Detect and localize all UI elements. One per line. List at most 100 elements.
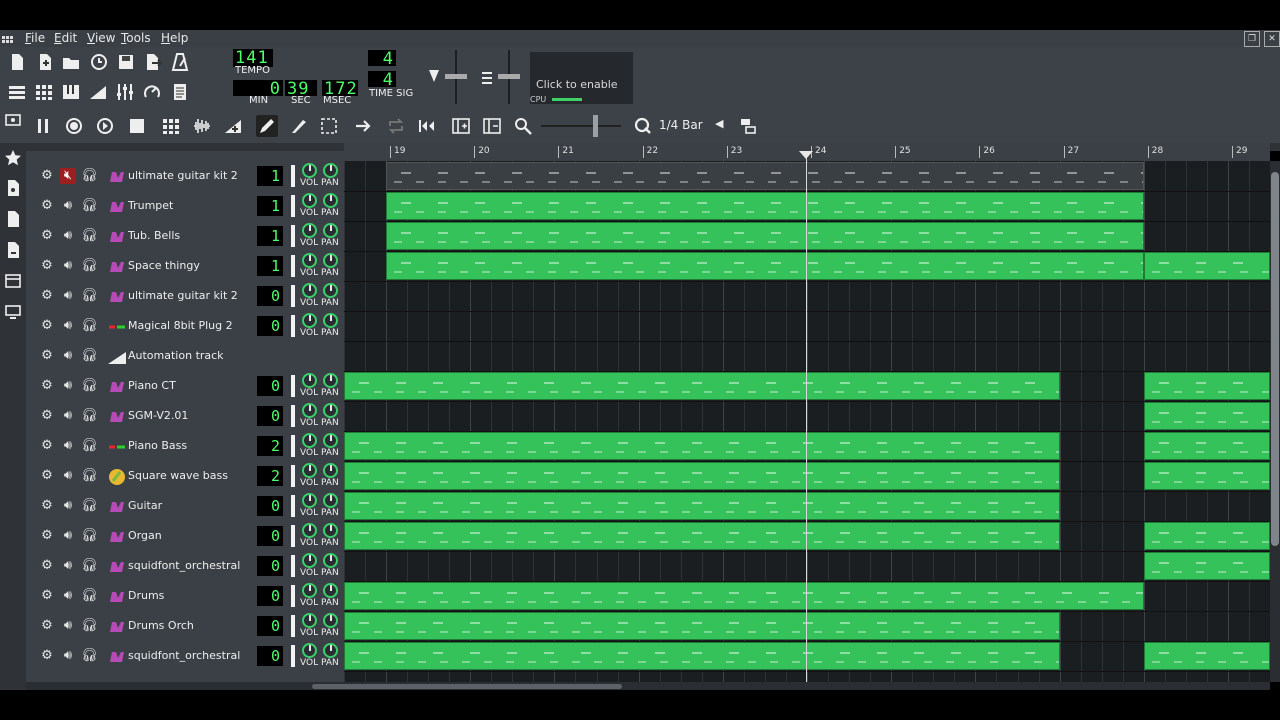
track-row[interactable]: ⚙ 🔊︎ 🎧︎ Automation track bbox=[26, 341, 344, 371]
pattern-clip[interactable] bbox=[1143, 462, 1270, 490]
track-pan-knob[interactable] bbox=[323, 223, 338, 238]
song-editor-icon[interactable] bbox=[6, 81, 28, 103]
track-row[interactable]: ⚙ 🔊︎ 🎧︎ Guitar 0 VOL PAN bbox=[26, 491, 344, 521]
track-row[interactable]: ⚙ 🔊︎ 🎧︎ Piano Bass 2 VOL PAN bbox=[26, 431, 344, 461]
timesig-denominator[interactable]: 4 bbox=[368, 71, 396, 89]
track-fx-channel-display[interactable]: 0 bbox=[257, 406, 283, 426]
menu-edit[interactable]: Edit bbox=[54, 31, 77, 45]
track-pan-knob[interactable] bbox=[323, 283, 338, 298]
track-fx-channel-display[interactable]: 1 bbox=[257, 226, 283, 246]
track-solo-headphones-icon[interactable]: 🎧︎ bbox=[81, 168, 98, 184]
add-sample-track-icon[interactable] bbox=[191, 115, 213, 137]
track-name[interactable]: ultimate guitar kit 2 bbox=[128, 169, 238, 182]
track-name[interactable]: Organ bbox=[128, 529, 162, 542]
track-solo-headphones-icon[interactable]: 🎧︎ bbox=[81, 498, 98, 514]
cpu-meter[interactable]: Click to enable CPU bbox=[530, 52, 633, 104]
track-volume-knob[interactable] bbox=[302, 433, 317, 448]
track-solo-headphones-icon[interactable]: 🎧︎ bbox=[81, 318, 98, 334]
track-fx-channel-display[interactable]: 0 bbox=[257, 316, 283, 336]
track-name[interactable]: squidfont_orchestral bbox=[128, 649, 240, 662]
sidebar-computer-icon[interactable] bbox=[2, 301, 24, 323]
pattern-clip[interactable] bbox=[386, 162, 1144, 190]
horizontal-scroll-thumb[interactable] bbox=[312, 684, 622, 689]
pattern-clip[interactable] bbox=[1143, 402, 1270, 430]
project-notes-icon[interactable] bbox=[169, 81, 191, 103]
track-mute-speaker-icon[interactable]: 🔊︎ bbox=[60, 318, 76, 334]
horizontal-scrollbar[interactable] bbox=[26, 682, 1270, 690]
menu-help[interactable]: Help bbox=[161, 31, 188, 45]
restore-window-icon[interactable]: ❐ bbox=[1244, 31, 1260, 47]
pattern-clip[interactable] bbox=[344, 372, 1060, 400]
sidebar-home-icon[interactable] bbox=[2, 270, 24, 292]
sidebar-samples-icon[interactable] bbox=[2, 239, 24, 261]
grid-row[interactable] bbox=[344, 341, 1270, 372]
track-mute-speaker-icon[interactable]: 🔊︎ bbox=[60, 408, 76, 424]
playhead-marker[interactable] bbox=[799, 151, 813, 159]
track-solo-headphones-icon[interactable]: 🎧︎ bbox=[81, 408, 98, 424]
track-mute-speaker-icon[interactable]: 🔊︎ bbox=[60, 528, 76, 544]
track-name[interactable]: Drums Orch bbox=[128, 619, 194, 632]
track-settings-gear-icon[interactable]: ⚙ bbox=[39, 168, 55, 184]
track-mute-speaker-icon[interactable]: 🔊︎ bbox=[60, 588, 76, 604]
piano-roll-icon[interactable] bbox=[60, 81, 82, 103]
track-pan-knob[interactable] bbox=[323, 433, 338, 448]
track-mute-speaker-icon[interactable]: 🔊︎ bbox=[60, 438, 76, 454]
sidebar-instruments-icon[interactable] bbox=[2, 109, 24, 131]
knife-mode-icon[interactable] bbox=[288, 115, 310, 137]
track-fx-channel-display[interactable]: 2 bbox=[257, 466, 283, 486]
track-volume-knob[interactable] bbox=[302, 553, 317, 568]
track-solo-headphones-icon[interactable]: 🎧︎ bbox=[81, 618, 98, 634]
controller-rack-icon[interactable] bbox=[141, 81, 163, 103]
track-name[interactable]: Trumpet bbox=[128, 199, 173, 212]
track-volume-knob[interactable] bbox=[302, 643, 317, 658]
proportional-snap-icon[interactable] bbox=[737, 115, 759, 137]
pattern-clip[interactable] bbox=[386, 222, 1144, 250]
track-settings-gear-icon[interactable]: ⚙ bbox=[39, 378, 55, 394]
track-fx-channel-display[interactable]: 0 bbox=[257, 556, 283, 576]
pattern-clip[interactable] bbox=[386, 192, 1144, 220]
track-solo-headphones-icon[interactable]: 🎧︎ bbox=[81, 648, 98, 664]
track-solo-headphones-icon[interactable]: 🎧︎ bbox=[81, 198, 98, 214]
track-name[interactable]: Guitar bbox=[128, 499, 162, 512]
track-mute-speaker-icon[interactable]: 🔊︎ bbox=[60, 558, 76, 574]
pattern-clip[interactable] bbox=[1143, 522, 1270, 550]
track-solo-headphones-icon[interactable]: 🎧︎ bbox=[81, 438, 98, 454]
close-window-icon[interactable]: ✕ bbox=[1264, 31, 1280, 47]
track-solo-headphones-icon[interactable]: 🎧︎ bbox=[81, 558, 98, 574]
pattern-clip[interactable] bbox=[344, 642, 1060, 670]
track-mute-speaker-icon[interactable]: 🔊︎ bbox=[60, 348, 76, 364]
track-row[interactable]: ⚙ 🔊︎ 🎧︎ ultimate guitar kit 2 0 VOL PAN bbox=[26, 281, 344, 311]
grid-row[interactable] bbox=[344, 551, 1270, 582]
grid-row[interactable] bbox=[344, 401, 1270, 432]
track-fx-channel-display[interactable]: 0 bbox=[257, 646, 283, 666]
track-row[interactable]: ⚙ 🔊︎ 🎧︎ Organ 0 VOL PAN bbox=[26, 521, 344, 551]
track-pan-knob[interactable] bbox=[323, 163, 338, 178]
pattern-clip[interactable] bbox=[386, 252, 1144, 280]
master-volume-handle[interactable] bbox=[445, 74, 467, 79]
track-mute-speaker-icon[interactable]: 🔊︎ bbox=[60, 198, 76, 214]
track-pan-knob[interactable] bbox=[323, 493, 338, 508]
loop-points-icon[interactable] bbox=[385, 115, 407, 137]
track-pan-knob[interactable] bbox=[323, 463, 338, 478]
track-fx-channel-display[interactable]: 1 bbox=[257, 256, 283, 276]
track-row[interactable]: ⚙ 🔊︎ 🎧︎ Trumpet 1 VOL PAN bbox=[26, 191, 344, 221]
track-fx-channel-display[interactable]: 0 bbox=[257, 376, 283, 396]
track-settings-gear-icon[interactable]: ⚙ bbox=[39, 558, 55, 574]
track-pan-knob[interactable] bbox=[323, 253, 338, 268]
new-project-icon[interactable] bbox=[6, 51, 28, 73]
track-pan-knob[interactable] bbox=[323, 643, 338, 658]
track-fx-channel-display[interactable]: 0 bbox=[257, 286, 283, 306]
track-mute-speaker-icon[interactable]: 🔊︎ bbox=[60, 228, 76, 244]
remove-bar-icon[interactable] bbox=[481, 115, 503, 137]
pattern-clip[interactable] bbox=[344, 582, 1144, 610]
track-name[interactable]: Square wave bass bbox=[128, 469, 228, 482]
track-mute-speaker-icon[interactable]: 🔊︎ bbox=[60, 498, 76, 514]
track-settings-gear-icon[interactable]: ⚙ bbox=[39, 288, 55, 304]
track-mute-speaker-icon[interactable]: 🔊︎ bbox=[60, 288, 76, 304]
pattern-clip[interactable] bbox=[344, 492, 1060, 520]
track-solo-headphones-icon[interactable]: 🎧︎ bbox=[81, 588, 98, 604]
pattern-clip[interactable] bbox=[1143, 642, 1270, 670]
stop-behaviour-icon[interactable] bbox=[416, 115, 438, 137]
track-pan-knob[interactable] bbox=[323, 583, 338, 598]
track-fx-channel-display[interactable]: 0 bbox=[257, 526, 283, 546]
